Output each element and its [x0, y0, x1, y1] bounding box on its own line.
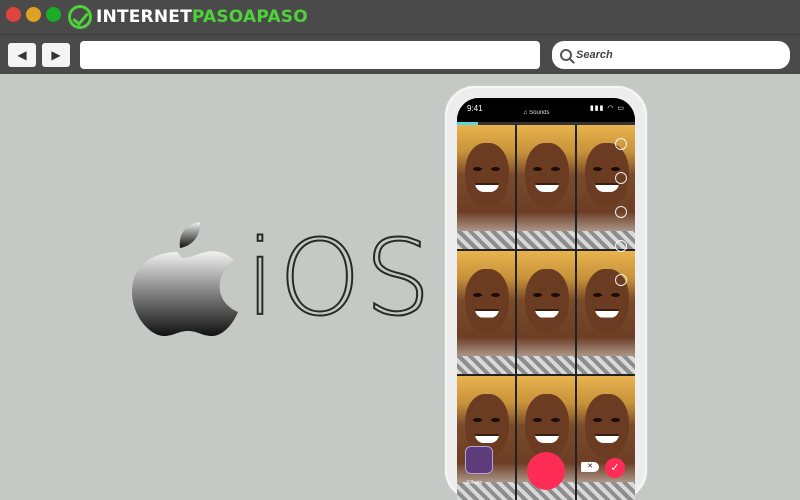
face-smile — [535, 308, 559, 318]
face-eye — [593, 167, 602, 171]
camera-side-toolbar — [615, 138, 631, 308]
face-image — [525, 143, 569, 207]
minimize-window-button[interactable] — [26, 7, 41, 22]
title-bar: INTERNETPASOAPASO — [0, 0, 800, 34]
face-eye — [491, 292, 500, 297]
face-eye — [473, 418, 482, 423]
video-tile — [577, 376, 635, 500]
ios-wordmark: iOS — [245, 217, 435, 339]
address-bar[interactable] — [80, 41, 540, 69]
shirt-collar — [457, 481, 515, 500]
logo-text-pasoapaso: PASOAPASO — [191, 7, 308, 27]
phone-screen: 9:41 ▮▮▮ ◠ ▭ ♫ Sounds Effects ✕ ✓ — [457, 98, 635, 500]
face-image — [465, 143, 509, 207]
close-window-button[interactable] — [6, 7, 21, 22]
shirt-collar — [517, 230, 575, 249]
effects-button[interactable] — [465, 446, 493, 474]
video-tile — [517, 125, 575, 249]
video-tile — [517, 250, 575, 375]
iphone-mockup: 9:41 ▮▮▮ ◠ ▭ ♫ Sounds Effects ✕ ✓ — [445, 86, 647, 500]
record-button[interactable] — [527, 452, 565, 490]
browser-toolbar: ◀ ▶ Search — [0, 34, 800, 74]
face-eye — [551, 167, 560, 171]
search-input[interactable]: Search — [552, 41, 790, 69]
shirt-collar — [517, 356, 575, 375]
logo-text-internet: INTERNET — [96, 7, 192, 27]
delete-clip-icon[interactable]: ✕ — [581, 462, 599, 472]
face-eye — [533, 292, 542, 297]
search-placeholder: Search — [576, 49, 613, 61]
face-image — [585, 394, 629, 459]
status-icons: ▮▮▮ ◠ ▭ — [589, 105, 625, 112]
face-smile — [475, 434, 499, 444]
forward-button[interactable]: ▶ — [42, 43, 70, 67]
face-eye — [491, 418, 500, 423]
face-eye — [491, 167, 500, 171]
face-eye — [473, 167, 482, 171]
arrow-left-icon: ◀ — [17, 48, 27, 62]
face-image — [525, 394, 569, 459]
confirm-check-icon[interactable]: ✓ — [605, 458, 625, 478]
face-smile — [475, 183, 499, 192]
face-eye — [611, 418, 620, 423]
shirt-collar — [457, 230, 515, 249]
face-eye — [551, 418, 560, 423]
speed-icon[interactable] — [615, 172, 627, 184]
face-eye — [551, 292, 560, 297]
video-grid — [457, 125, 635, 500]
shirt-collar — [457, 356, 515, 375]
face-eye — [533, 418, 542, 423]
logo-text: INTERNETPASOAPASO — [96, 7, 308, 27]
effects-label: Effects — [467, 480, 483, 486]
shirt-collar — [577, 481, 635, 500]
face-smile — [595, 308, 619, 318]
filters-icon[interactable] — [615, 240, 627, 252]
beauty-icon[interactable] — [615, 206, 627, 218]
search-icon — [560, 49, 572, 61]
checkmark-logo-icon — [68, 5, 92, 29]
face-image — [525, 268, 569, 333]
face-eye — [593, 292, 602, 297]
face-smile — [595, 434, 619, 444]
face-smile — [475, 308, 499, 318]
status-time: 9:41 — [467, 104, 483, 113]
video-tile — [457, 250, 515, 375]
maximize-window-button[interactable] — [46, 7, 61, 22]
face-eye — [473, 292, 482, 297]
face-eye — [593, 418, 602, 423]
video-tile — [457, 376, 515, 500]
sounds-button[interactable]: ♫ Sounds — [523, 110, 550, 116]
face-image — [465, 268, 509, 333]
face-smile — [535, 434, 559, 444]
site-logo[interactable]: INTERNETPASOAPASO — [68, 4, 308, 30]
timer-icon[interactable] — [615, 274, 627, 286]
arrow-right-icon: ▶ — [51, 48, 61, 62]
shirt-collar — [577, 356, 635, 375]
back-button[interactable]: ◀ — [8, 43, 36, 67]
video-tile — [457, 125, 515, 249]
flip-camera-icon[interactable] — [615, 138, 627, 150]
face-eye — [533, 167, 542, 171]
face-smile — [535, 183, 559, 192]
